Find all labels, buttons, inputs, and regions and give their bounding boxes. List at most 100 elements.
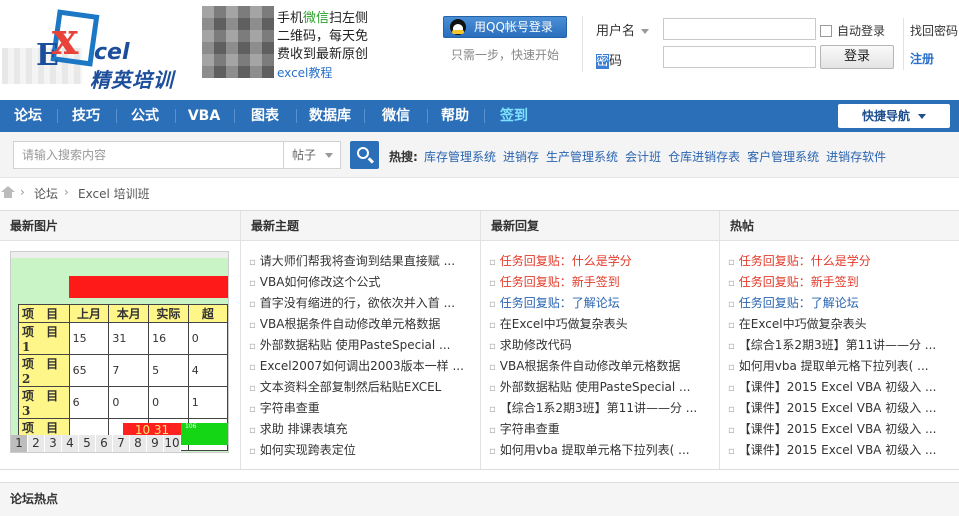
nav-item-tips[interactable]: 技巧 <box>62 100 110 132</box>
list-item[interactable]: 【课件】2015 Excel VBA 初级入 ... <box>728 398 954 419</box>
hot-search-link[interactable]: 库存管理系统 <box>424 150 496 164</box>
qq-penguin-icon <box>450 19 466 35</box>
list-item[interactable]: 在Excel中巧做复杂表头 <box>728 314 954 335</box>
search-input[interactable]: 请输入搜索内容 <box>13 141 283 169</box>
nav-item-wechat[interactable]: 微信 <box>369 100 423 132</box>
quick-nav-button[interactable]: 快捷导航 <box>838 104 950 128</box>
chevron-down-icon <box>325 153 333 158</box>
username-label: 用户名 <box>596 24 636 39</box>
nav-item-forum[interactable]: 论坛 <box>4 100 52 132</box>
nav-item-help[interactable]: 帮助 <box>432 100 478 132</box>
sheet-row: 项 目2 65 7 5 4 <box>18 354 228 387</box>
sheet-cell: 0 <box>148 386 189 419</box>
list-item[interactable]: 在Excel中巧做复杂表头 <box>489 314 715 335</box>
list-item[interactable]: Excel2007如何调出2003版本一样 ... <box>249 356 475 377</box>
panel-title: 最新回复 <box>481 211 719 241</box>
list-item[interactable]: 外部数据粘贴 使用PasteSpecial ... <box>489 377 715 398</box>
pager-page[interactable]: 1 <box>11 435 28 452</box>
list-item[interactable]: 请大师们帮我将查询到结果直接赋 ... <box>249 251 475 272</box>
username-type-select[interactable]: 用户名 <box>596 20 650 39</box>
list-item[interactable]: 文本资料全部复制然后粘贴EXCEL <box>249 377 475 398</box>
hot-list: 任务回复贴：什么是学分 任务回复贴：新手签到 任务回复贴：了解论坛 在Excel… <box>728 251 954 461</box>
sheet-cell: 实际 <box>148 304 189 323</box>
list-item[interactable]: 【综合1系2期3班】第11讲——分 ... <box>489 398 715 419</box>
list-item[interactable]: 【课件】2015 Excel VBA 初级入 ... <box>728 377 954 398</box>
qq-login-button[interactable]: 用QQ帐号登录 <box>443 16 567 38</box>
list-item[interactable]: VBA如何修改这个公式 <box>249 272 475 293</box>
list-item[interactable]: VBA根据条件自动修改单元格数据 <box>249 314 475 335</box>
search-type-label: 帖子 <box>292 148 317 162</box>
password-input[interactable] <box>663 46 816 68</box>
image-red-banner <box>69 276 228 298</box>
pager-page[interactable]: 6 <box>96 435 113 452</box>
breadcrumb-excel-class[interactable]: Excel 培训班 <box>78 185 150 202</box>
hot-search-link[interactable]: 进销存 <box>503 150 539 164</box>
site-logo[interactable]: E x cel 精英培训 <box>2 4 192 92</box>
sheet-cell: 16 <box>148 322 189 355</box>
list-item[interactable]: 任务回复贴：了解论坛 <box>728 293 954 314</box>
nav-item-vba[interactable]: VBA <box>180 100 228 132</box>
pager-page[interactable]: 10 <box>164 435 181 452</box>
nav-divider <box>484 109 485 123</box>
list-item[interactable]: 【课件】2015 Excel VBA 初级入 ... <box>728 419 954 440</box>
hot-search-link[interactable]: 进销存软件 <box>826 150 886 164</box>
list-item[interactable]: 任务回复贴：什么是学分 <box>489 251 715 272</box>
chevron-down-icon <box>918 114 926 119</box>
quick-nav-label: 快捷导航 <box>861 109 910 123</box>
nav-item-database[interactable]: 数据库 <box>301 100 359 132</box>
list-item[interactable]: 任务回复贴：什么是学分 <box>728 251 954 272</box>
nav-item-formula[interactable]: 公式 <box>121 100 169 132</box>
home-icon[interactable] <box>1 186 15 198</box>
list-item[interactable]: 首字没有缩进的行，欲依次并入首 ... <box>249 293 475 314</box>
register-link[interactable]: 注册 <box>910 50 934 67</box>
qr-text-link[interactable]: excel教程 <box>277 64 375 82</box>
pager-page[interactable]: 4 <box>62 435 79 452</box>
image-green-chip: 106 <box>181 423 228 445</box>
pager-page[interactable]: 2 <box>28 435 45 452</box>
list-item[interactable]: 外部数据粘贴 使用PasteSpecial ... <box>249 335 475 356</box>
nav-item-chart[interactable]: 图表 <box>239 100 291 132</box>
pager-page[interactable]: 7 <box>113 435 130 452</box>
list-item[interactable]: 如何实现跨表定位 <box>249 440 475 461</box>
auto-login-checkbox[interactable]: 自动登录 <box>820 22 885 39</box>
logo-cn: 精英培训 <box>90 68 174 92</box>
list-item[interactable]: 任务回复贴：了解论坛 <box>489 293 715 314</box>
list-item[interactable]: 如何用vba 提取单元格下拉列表( ... <box>728 356 954 377</box>
hot-search-link[interactable]: 仓库进销存表 <box>668 150 740 164</box>
find-password-link[interactable]: 找回密码 <box>910 22 958 39</box>
hot-search-link[interactable]: 客户管理系统 <box>747 150 819 164</box>
nav-item-signin[interactable]: 签到 <box>489 100 539 132</box>
list-item[interactable]: 字符串查重 <box>489 419 715 440</box>
divider <box>903 18 904 70</box>
hot-search-link[interactable]: 生产管理系统 <box>546 150 618 164</box>
list-item[interactable]: 【综合1系2期3班】第11讲——分 ... <box>728 335 954 356</box>
pager-page[interactable]: 3 <box>45 435 62 452</box>
sheet-cell: 0 <box>187 322 228 355</box>
list-item[interactable]: 任务回复贴：新手签到 <box>489 272 715 293</box>
latest-image-slide[interactable]: 项 目 上月 本月 实际 超 项 目1 15 31 16 0 项 目2 65 7 <box>10 251 229 453</box>
hot-search-link[interactable]: 会计班 <box>625 150 661 164</box>
list-item[interactable]: 如何用vba 提取单元格下拉列表( ... <box>489 440 715 461</box>
search-button[interactable] <box>350 141 379 169</box>
username-input[interactable] <box>663 18 816 40</box>
forum-hot-section-title: 论坛热点 <box>0 482 959 516</box>
login-button[interactable]: 登录 <box>820 45 894 69</box>
checkbox-icon[interactable] <box>820 25 832 37</box>
pager-page[interactable]: 9 <box>147 435 164 452</box>
nav-divider <box>427 109 428 123</box>
sheet-cell: 65 <box>68 354 110 387</box>
pager-page[interactable]: 8 <box>130 435 147 452</box>
list-item[interactable]: VBA根据条件自动修改单元格数据 <box>489 356 715 377</box>
sheet-cell: 31 <box>108 322 150 355</box>
breadcrumb-forum[interactable]: 论坛 <box>34 185 58 202</box>
qr-text-3: 费收到最新原创 <box>277 47 369 62</box>
list-item[interactable]: 字符串查重 <box>249 398 475 419</box>
list-item[interactable]: 任务回复贴：新手签到 <box>728 272 954 293</box>
list-item[interactable]: 求助 排课表填充 <box>249 419 475 440</box>
list-item[interactable]: 求助修改代码 <box>489 335 715 356</box>
search-type-select[interactable]: 帖子 <box>283 141 341 169</box>
pager-page[interactable]: 5 <box>79 435 96 452</box>
qr-promo-text: 手机微信扫左侧 二维码，每天免 费收到最新原创 excel教程 <box>277 10 375 82</box>
nav-divider <box>175 109 176 123</box>
list-item[interactable]: 【课件】2015 Excel VBA 初级入 ... <box>728 440 954 461</box>
